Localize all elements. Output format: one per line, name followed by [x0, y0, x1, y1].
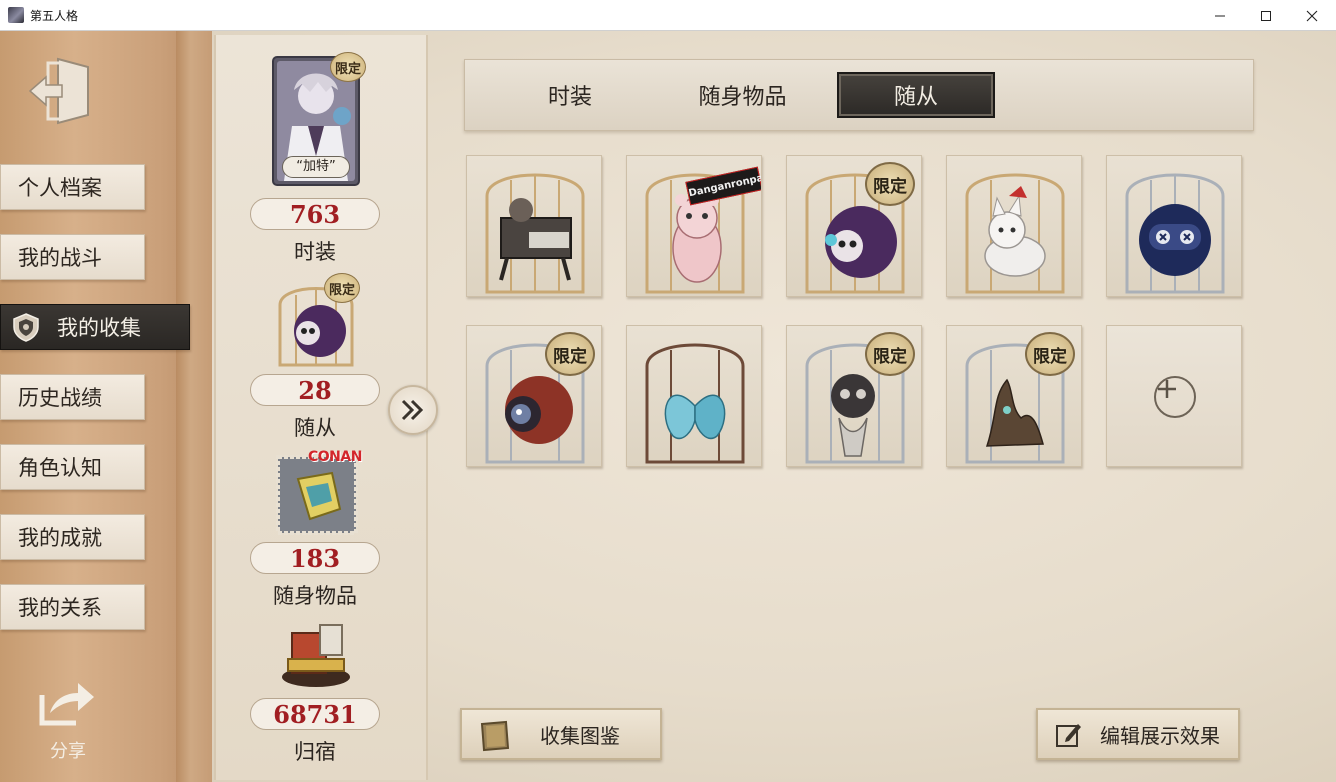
companion-card[interactable]: 限定: [946, 325, 1082, 467]
companion-card[interactable]: [466, 155, 602, 297]
blue-butterfly-companion-icon: [645, 343, 745, 464]
companion-card[interactable]: [946, 155, 1082, 297]
app-icon: [8, 7, 24, 23]
costume-preview-card[interactable]: 限定 “加特”: [272, 52, 366, 186]
sidebar-item-character-proficiency[interactable]: 角色认知: [0, 444, 145, 490]
add-icon: [1154, 376, 1196, 418]
window-titlebar: 第五人格: [0, 0, 1336, 31]
exit-door-icon: [28, 57, 89, 125]
companion-card[interactable]: Danganronpa: [626, 155, 762, 297]
share-label: 分享: [50, 741, 86, 762]
edit-display-button[interactable]: 编辑展示效果: [1036, 708, 1240, 760]
accessory-preview[interactable]: CONAN: [276, 449, 362, 535]
sidebar-item-label: 我的收集: [57, 316, 141, 340]
limited-badge: 限定: [865, 162, 915, 206]
game-window: 个人档案 我的战斗 我的收集 历史战绩 角色认知 我的成就 我的关系 分享 限定…: [0, 31, 1336, 782]
window-title: 第五人格: [30, 9, 79, 23]
companion-count: 28: [250, 374, 380, 406]
sidebar-item-label: 我的战斗: [18, 246, 102, 270]
home-furniture-icon: [282, 624, 350, 687]
conan-logo: CONAN: [308, 449, 362, 465]
costume-label: 时装: [294, 240, 336, 264]
home-preview[interactable]: [278, 619, 354, 691]
companion-card[interactable]: 限定: [786, 325, 922, 467]
edit-display-label: 编辑展示效果: [1100, 723, 1220, 748]
back-exit-button[interactable]: [26, 53, 96, 125]
sidebar-edge: [176, 31, 212, 782]
sidebar-item-relations[interactable]: 我的关系: [0, 584, 145, 630]
sidebar-item-collection[interactable]: 我的收集: [0, 304, 190, 350]
companion-card[interactable]: [1106, 155, 1242, 297]
edit-icon: [1056, 724, 1081, 747]
sidebar-item-label: 我的成就: [18, 526, 102, 550]
limited-badge: 限定: [545, 332, 595, 376]
collection-gallery-button[interactable]: 收集图鉴: [460, 708, 662, 760]
mechanical-beetle-companion-icon: [485, 173, 585, 294]
costume-name: “加特”: [282, 156, 350, 178]
limited-badge: 限定: [865, 332, 915, 376]
companion-card[interactable]: 限定: [466, 325, 602, 467]
white-fox-companion-icon: [965, 173, 1065, 294]
double-chevron-right-icon: [401, 399, 424, 421]
expand-button[interactable]: [388, 385, 438, 435]
maximize-button[interactable]: [1243, 0, 1289, 31]
shield-icon: [13, 313, 39, 342]
tab-costumes[interactable]: 时装: [495, 72, 645, 118]
sidebar-item-achievements[interactable]: 我的成就: [0, 514, 145, 560]
book-icon: [480, 720, 510, 752]
home-label: 归宿: [294, 740, 336, 764]
accessory-count: 183: [250, 542, 380, 574]
tab-accessories[interactable]: 随身物品: [665, 72, 820, 118]
sidebar-item-label: 角色认知: [18, 456, 102, 480]
close-button[interactable]: [1289, 0, 1335, 31]
companion-card[interactable]: 限定: [786, 155, 922, 297]
companion-label: 随从: [294, 416, 336, 440]
sidebar-item-battles[interactable]: 我的战斗: [0, 234, 145, 280]
costume-count: 763: [250, 198, 380, 230]
gallery-label: 收集图鉴: [540, 723, 620, 748]
sidebar-item-label: 历史战绩: [18, 386, 102, 410]
companion-preview[interactable]: 限定: [270, 273, 362, 367]
companion-card[interactable]: [626, 325, 762, 467]
tab-companions[interactable]: 随从: [837, 72, 995, 118]
sidebar-item-profile[interactable]: 个人档案: [0, 164, 145, 210]
sidebar-item-label: 个人档案: [18, 176, 102, 200]
blue-robot-ball-companion-icon: [1125, 173, 1225, 294]
accessory-label: 随身物品: [273, 584, 357, 608]
minimize-button[interactable]: [1197, 0, 1243, 31]
collection-tabs: 时装 随身物品 随从: [464, 59, 1254, 131]
sidebar-item-label: 我的关系: [18, 596, 102, 620]
limited-badge: 限定: [330, 52, 366, 82]
share-button[interactable]: 分享: [36, 677, 100, 767]
sidebar: 个人档案 我的战斗 我的收集 历史战绩 角色认知 我的成就 我的关系 分享: [0, 31, 212, 782]
add-companion-slot[interactable]: [1106, 325, 1242, 467]
home-count: 68731: [250, 698, 380, 730]
share-icon: [39, 683, 94, 726]
sidebar-item-history[interactable]: 历史战绩: [0, 374, 145, 420]
limited-badge: 限定: [1025, 332, 1075, 376]
limited-badge: 限定: [324, 273, 360, 303]
